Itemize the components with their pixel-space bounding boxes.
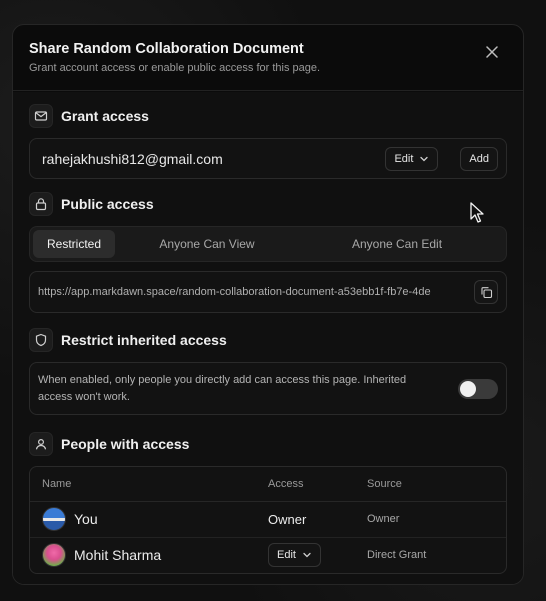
person-name: You [74, 511, 98, 527]
add-button-label: Add [469, 152, 489, 165]
public-access-header: Public access [29, 191, 507, 217]
shield-icon [29, 328, 53, 352]
person-name-cell: You [30, 501, 256, 538]
table-row: You Owner Owner [30, 501, 506, 538]
option-anyone-can-edit[interactable]: Anyone Can Edit [345, 230, 449, 258]
copy-link-button[interactable] [474, 280, 498, 304]
people-title: People with access [61, 436, 190, 452]
chevron-down-icon [420, 156, 429, 161]
public-access-title: Public access [61, 196, 154, 212]
avatar [42, 543, 66, 568]
share-link-text[interactable]: https://app.markdawn.space/random-collab… [38, 286, 474, 298]
close-button[interactable] [483, 43, 501, 61]
restrict-row: When enabled, only people you directly a… [29, 362, 507, 415]
person-access: Owner [256, 501, 355, 538]
restrict-title: Restrict inherited access [61, 332, 227, 348]
option-restricted[interactable]: Restricted [33, 230, 115, 258]
user-icon [29, 432, 53, 456]
table-header-row: Name Access Source [30, 467, 506, 502]
restrict-toggle[interactable] [458, 378, 498, 399]
person-name-cell: Mohit Sharma [30, 537, 256, 573]
close-icon [486, 46, 498, 58]
grant-access-header: Grant access [29, 103, 507, 129]
people-header: People with access [29, 431, 507, 457]
grant-access-row: Edit Add [29, 138, 507, 179]
copy-icon [480, 286, 492, 298]
option-anyone-can-view[interactable]: Anyone Can View [155, 230, 259, 258]
person-name: Mohit Sharma [74, 547, 162, 564]
permission-select[interactable]: Edit [385, 146, 439, 171]
dialog-title: Share Random Collaboration Document [29, 41, 304, 57]
access-select-label: Edit [277, 549, 296, 562]
people-table: Name Access Source You Owner Owner Mohit… [29, 466, 507, 574]
column-header-name: Name [30, 467, 256, 502]
person-source: Direct Grant [367, 549, 427, 562]
lock-icon [29, 192, 53, 216]
person-access-cell: Edit [256, 537, 355, 573]
permission-select-label: Edit [394, 152, 414, 165]
public-access-segmented: Restricted Anyone Can View Anyone Can Ed… [29, 226, 507, 262]
dialog-body: Grant access Edit Add Public acces [13, 92, 523, 584]
person-source: Owner [355, 501, 506, 538]
share-link-row: https://app.markdawn.space/random-collab… [29, 271, 507, 313]
mail-icon [29, 104, 53, 128]
restrict-header: Restrict inherited access [29, 327, 507, 353]
column-header-source: Source [355, 467, 506, 502]
grant-access-title: Grant access [61, 108, 149, 124]
avatar [42, 507, 66, 531]
access-select[interactable]: Edit [268, 543, 321, 568]
add-button[interactable]: Add [460, 146, 498, 171]
toggle-knob [460, 380, 476, 397]
share-dialog: Share Random Collaboration Document Gran… [12, 24, 524, 585]
restrict-description: When enabled, only people you directly a… [38, 373, 407, 403]
table-row: Mohit Sharma Edit Direct Grant [30, 537, 506, 573]
dialog-header: Share Random Collaboration Document Gran… [13, 25, 523, 91]
mouse-cursor-icon [470, 202, 484, 223]
chevron-down-icon [303, 553, 311, 558]
column-header-access: Access [256, 467, 355, 502]
email-field[interactable] [42, 150, 386, 167]
dialog-subtitle: Grant account access or enable public ac… [29, 62, 321, 74]
